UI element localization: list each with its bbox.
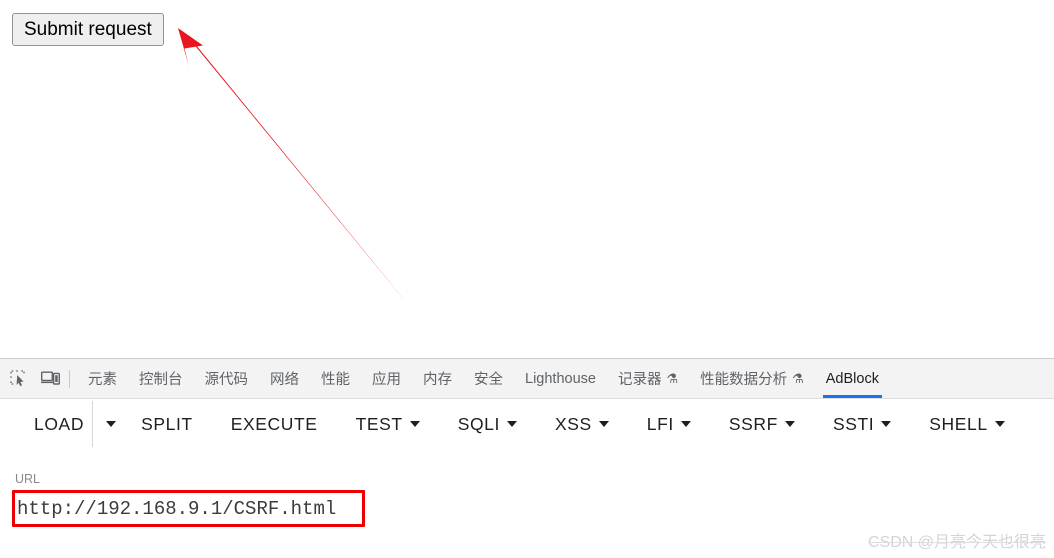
chevron-down-icon[interactable] [881, 421, 892, 427]
devtools-tab-7[interactable]: 内存 [412, 359, 463, 398]
toolbar-button-label: EXECUTE [230, 413, 318, 434]
submit-request-button[interactable]: Submit request [12, 13, 164, 46]
devtools-tab-9[interactable]: Lighthouse [514, 359, 607, 398]
devtools-tab-bar: 元素 控制台 源代码 网络 性能 应用 内存 安全 Lighthouse 记录器 ⚗ 性能数据分析 ⚗ A… [0, 359, 1054, 399]
devtools-tab-4[interactable]: 网络 [259, 359, 310, 398]
toolbar-button-ssrf[interactable]: SSRF [727, 410, 797, 439]
web-page-viewport: Submit request [0, 0, 1054, 358]
toolbar-load-dropdown[interactable] [99, 412, 123, 436]
toolbar-button-label: LFI [646, 413, 674, 434]
toolbar-divider [69, 369, 70, 388]
annotation-arrow [178, 28, 404, 299]
devtools-tab-label: 记录器 [617, 372, 662, 388]
chevron-down-icon[interactable] [994, 421, 1005, 427]
toolbar-button-label: SPLIT [141, 413, 193, 434]
chevron-down-icon[interactable] [680, 421, 691, 427]
devtools-tab-label: Lighthouse [525, 370, 596, 387]
devtools-tab-label: 性能 [321, 372, 350, 388]
devtools-tab-label: 性能数据分析 [700, 372, 788, 388]
chevron-down-icon[interactable] [598, 421, 609, 427]
toolbar-button-label: SSTI [832, 413, 875, 434]
experiment-flask-icon: ⚗ [666, 371, 679, 386]
inspect-element-icon[interactable] [4, 365, 32, 393]
toolbar-button-label: SSRF [728, 413, 778, 434]
toolbar-button-execute[interactable]: EXECUTE [229, 410, 320, 439]
csdn-watermark: CSDN @月亮今天也很亮 [867, 534, 1046, 551]
toolbar-button-lfi[interactable]: LFI [645, 410, 693, 439]
toolbar-divider [92, 401, 94, 447]
devtools-tab-label: 安全 [474, 372, 503, 388]
devtools-tab-1[interactable]: 元素 [77, 359, 128, 398]
devtools-tab-12[interactable]: AdBlock [815, 359, 890, 398]
chevron-down-icon[interactable] [409, 421, 420, 427]
toolbar-button-sqli[interactable]: SQLI [456, 410, 519, 439]
chevron-down-icon [106, 421, 117, 427]
devtools-tab-label: 网络 [270, 372, 299, 388]
toolbar-button-ssti[interactable]: SSTI [831, 410, 893, 439]
chevron-down-icon[interactable] [506, 421, 517, 427]
toolbar-button-test[interactable]: TEST [354, 410, 422, 439]
devtools-tab-label: 源代码 [204, 372, 249, 388]
devtools-tab-label: 应用 [372, 372, 401, 388]
toolbar-button-load[interactable]: LOAD [32, 410, 86, 439]
extension-toolbar: LOAD SPLIT EXECUTE TEST SQLI XSS LFI SSRF SSTI SH… [0, 399, 1054, 449]
chevron-down-icon[interactable] [784, 421, 795, 427]
toolbar-button-label: LOAD [34, 413, 85, 434]
toolbar-button-label: SHELL [929, 413, 988, 434]
devtools-tab-6[interactable]: 应用 [361, 359, 412, 398]
experiment-flask-icon: ⚗ [792, 371, 804, 386]
device-toolbar-icon[interactable] [36, 365, 64, 393]
devtools-tabs: 元素 控制台 源代码 网络 性能 应用 内存 安全 Lighthouse 记录器 ⚗ 性能数据分析 ⚗ A… [77, 359, 890, 398]
devtools-tab-label: 内存 [423, 372, 452, 388]
toolbar-button-label: TEST [355, 413, 403, 434]
devtools-tab-2[interactable]: 控制台 [128, 359, 194, 398]
devtools-tab-11[interactable]: 性能数据分析 ⚗ [689, 359, 815, 398]
url-input[interactable] [12, 490, 365, 527]
devtools-tab-3[interactable]: 源代码 [194, 359, 260, 398]
toolbar-button-label: XSS [554, 413, 592, 434]
url-field-group: URL [12, 472, 372, 527]
toolbar-button-split[interactable]: SPLIT [139, 410, 195, 439]
devtools-tab-label: 元素 [88, 372, 117, 388]
devtools-tab-label: 控制台 [139, 372, 183, 388]
toolbar-button-label: SQLI [457, 413, 500, 434]
devtools-tab-8[interactable]: 安全 [463, 359, 514, 398]
url-label: URL [15, 472, 41, 486]
toolbar-button-shell[interactable]: SHELL [927, 410, 1006, 439]
devtools-tab-label: AdBlock [825, 370, 879, 387]
devtools-tab-10[interactable]: 记录器 ⚗ [607, 359, 689, 398]
devtools-tab-5[interactable]: 性能 [310, 359, 361, 398]
toolbar-button-xss[interactable]: XSS [553, 410, 611, 439]
